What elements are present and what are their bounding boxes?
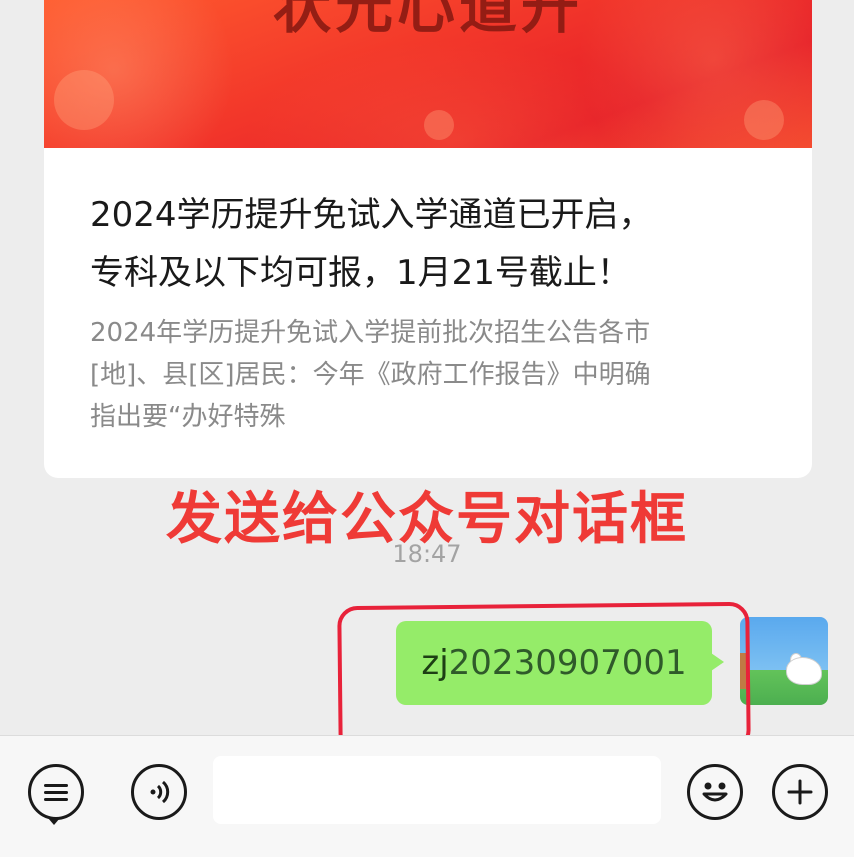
- article-description-line: 2024年学历提升免试入学提前批次招生公告各市: [90, 318, 651, 348]
- article-title[interactable]: 2024学历提升免试入学通道已开启， 专科及以下均可报，1月21号截止！: [90, 186, 780, 302]
- list-menu-icon[interactable]: [28, 764, 84, 820]
- annotation-highlight-box: [337, 601, 751, 755]
- article-title-line: 2024学历提升免试入学通道已开启，: [90, 195, 653, 235]
- user-avatar[interactable]: [740, 617, 828, 705]
- emoji-icon[interactable]: [687, 764, 743, 820]
- message-timestamp: 18:47: [392, 540, 462, 568]
- voice-icon[interactable]: [131, 764, 187, 820]
- menu-caret-icon: [48, 818, 60, 825]
- avatar-dog: [786, 657, 822, 685]
- banner-title: 状元心道升: [272, 0, 583, 41]
- article-description-line: [地]、县[区]居民：今年《政府工作报告》中明确: [90, 360, 651, 390]
- article-description-line: 指出要“办好特殊: [90, 402, 286, 432]
- article-description: 2024年学历提升免试入学提前批次招生公告各市 [地]、县[区]居民：今年《政府…: [90, 312, 780, 438]
- message-input[interactable]: [213, 756, 661, 824]
- article-card[interactable]: 状元心道升 2024学历提升免试入学通道已开启， 专科及以下均可报，1月21号截…: [44, 0, 812, 478]
- article-title-line: 专科及以下均可报，1月21号截止！: [90, 253, 631, 293]
- plus-icon[interactable]: [772, 764, 828, 820]
- article-banner-image: 状元心道升: [44, 0, 812, 148]
